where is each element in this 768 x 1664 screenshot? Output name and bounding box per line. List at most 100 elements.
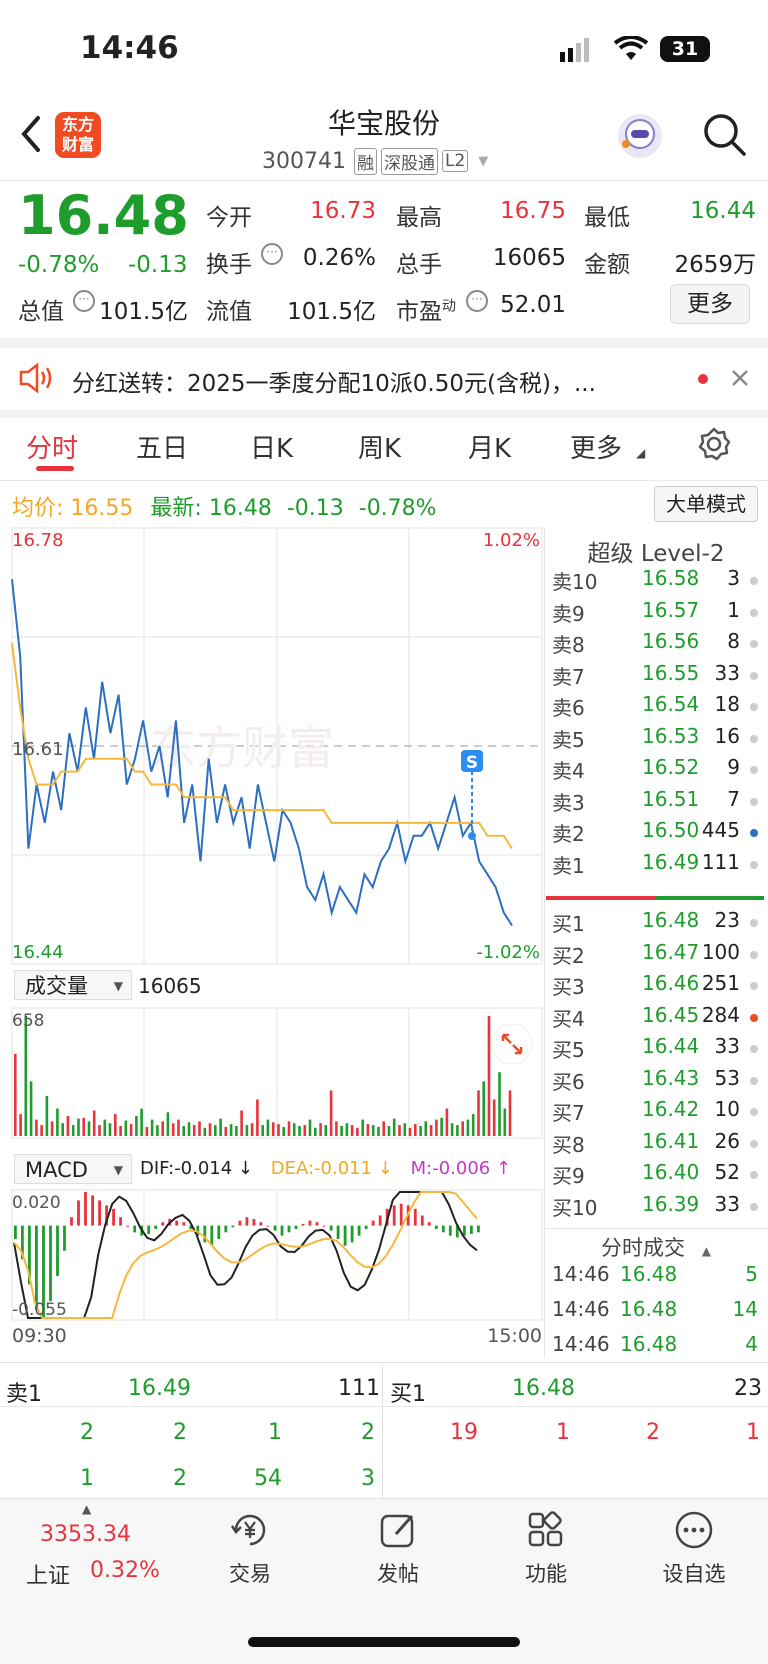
more-button[interactable]: 更多 <box>670 284 750 324</box>
sell-queue-cell[interactable]: 54 <box>222 1466 282 1491</box>
nav-trade[interactable]: 交易 <box>210 1508 290 1588</box>
buy-queue-cell[interactable]: 1 <box>700 1420 760 1445</box>
nav-features[interactable]: 功能 <box>506 1508 586 1588</box>
macd-bar <box>329 1225 333 1231</box>
buy-order-row[interactable]: 买7 16.42 10 <box>548 1097 762 1128</box>
macd-selector[interactable]: MACD ▼ <box>14 1154 132 1184</box>
order-book-title[interactable]: 超级 Level-2 <box>544 534 768 568</box>
sell-queue-cell[interactable]: 2 <box>315 1420 375 1445</box>
info-icon[interactable]: ··· <box>466 290 488 312</box>
volume-max-label: 658 <box>12 1011 44 1031</box>
sell-order-row[interactable]: 卖4 16.52 9 <box>548 755 762 786</box>
expand-icon[interactable] <box>491 1023 533 1065</box>
macd-bar <box>350 1225 354 1243</box>
index-value[interactable]: 3353.34 <box>40 1522 131 1547</box>
buy-level-volume: 52 <box>714 1160 740 1184</box>
volume-bar <box>392 1118 396 1136</box>
volume-bar <box>214 1125 217 1136</box>
sell-level-label: 卖7 <box>552 664 585 689</box>
sell-order-row[interactable]: 卖7 16.55 33 <box>548 661 762 692</box>
sell-order-row[interactable]: 卖1 16.49 111 <box>548 850 762 881</box>
sell-queue-cell[interactable]: 3 <box>315 1466 375 1491</box>
tab-daily-k[interactable]: 日K <box>250 428 293 465</box>
trades-title[interactable]: 分时成交 ▲ <box>544 1232 768 1262</box>
notice-bar[interactable]: 分红送转：2025一季度分配10派0.50元(含税)，... <box>0 348 768 410</box>
volume-bar <box>445 1108 449 1136</box>
buy-order-row[interactable]: 买6 16.43 53 <box>548 1066 762 1097</box>
queue-top-divider <box>0 1362 768 1363</box>
close-icon[interactable] <box>730 368 750 392</box>
buy-order-row[interactable]: 买8 16.41 26 <box>548 1129 762 1160</box>
tab-more[interactable]: 更多 <box>570 428 622 465</box>
sell-order-row[interactable]: 卖5 16.53 16 <box>548 724 762 755</box>
nav-add-watchlist[interactable]: 设自选 <box>654 1508 734 1588</box>
volume-bar <box>150 1119 154 1136</box>
volume-bar <box>414 1124 417 1136</box>
volume-bar <box>292 1123 296 1136</box>
info-icon[interactable]: ··· <box>73 290 95 312</box>
macd-bar <box>308 1220 312 1226</box>
sell-order-row[interactable]: 卖8 16.56 8 <box>548 629 762 660</box>
volume-bar <box>40 1125 43 1136</box>
stat-value-open: 16.73 <box>310 198 376 224</box>
volume-bar <box>387 1126 391 1136</box>
sell-queue-cell[interactable]: 1 <box>222 1420 282 1445</box>
buy-queue-cell[interactable]: 19 <box>418 1420 478 1445</box>
buy-order-row[interactable]: 买9 16.40 52 <box>548 1160 762 1191</box>
buy-order-row[interactable]: 买4 16.45 284 <box>548 1003 762 1034</box>
pct-min-label: -1.02% <box>476 942 540 963</box>
buy-order-row[interactable]: 买5 16.44 33 <box>548 1034 762 1065</box>
sell-level-volume: 1 <box>727 597 740 622</box>
big-order-mode-button[interactable]: 大单模式 <box>654 486 758 522</box>
buy-queue-cell[interactable]: 2 <box>600 1420 660 1445</box>
volume-bar <box>87 1121 91 1136</box>
sell-order-row[interactable]: 卖2 16.50 445 <box>548 818 762 849</box>
index-name: 上证 <box>26 1564 71 1589</box>
sell-queue-cell[interactable]: 2 <box>34 1420 94 1445</box>
volume-bar <box>14 1053 17 1136</box>
macd-bar <box>245 1217 249 1226</box>
stat-label-total-value: 总值 <box>18 299 64 325</box>
avg-label: 均价: <box>12 496 64 521</box>
volume-bar <box>340 1126 343 1136</box>
chevron-down-icon: ▼ <box>113 1163 123 1177</box>
badge-level2: L2 <box>441 150 469 172</box>
macd-bar <box>56 1225 59 1276</box>
sell-order-row[interactable]: 卖3 16.51 7 <box>548 787 762 818</box>
search-icon[interactable] <box>702 112 748 162</box>
sell-level-label: 卖3 <box>552 790 585 815</box>
tab-weekly-k[interactable]: 周K <box>358 428 401 465</box>
macd-bar <box>287 1225 291 1233</box>
sell-level-label: 卖9 <box>552 601 585 626</box>
sell-queue-cell[interactable]: 2 <box>127 1466 187 1491</box>
nav-post[interactable]: 发帖 <box>358 1508 438 1588</box>
sell-order-row[interactable]: 卖10 16.58 3 <box>548 566 762 597</box>
sell-queue-cell[interactable]: 1 <box>34 1466 94 1491</box>
tab-monthly-k[interactable]: 月K <box>468 428 511 465</box>
buy-order-row[interactable]: 买10 16.39 33 <box>548 1192 762 1223</box>
volume-bar <box>82 1117 85 1136</box>
buy-order-row[interactable]: 买3 16.46 251 <box>548 971 762 1002</box>
info-icon[interactable]: ··· <box>261 243 283 265</box>
buy-queue-cell[interactable]: 1 <box>510 1420 570 1445</box>
volume-bar <box>440 1117 443 1136</box>
buy-order-row[interactable]: 买1 16.48 23 <box>548 908 762 939</box>
volume-bar <box>77 1118 80 1136</box>
volume-label: 成交量 <box>25 974 88 998</box>
stock-subtitle[interactable]: 300741 融 深股通 L2 ▼ <box>262 146 488 176</box>
sell-order-row[interactable]: 卖6 16.54 18 <box>548 692 762 723</box>
robot-avatar-icon[interactable] <box>618 114 662 158</box>
gear-icon[interactable] <box>696 426 732 466</box>
buy-level-label: 买7 <box>552 1101 585 1125</box>
tab-intraday[interactable]: 分时 <box>26 428 78 465</box>
buy-order-row[interactable]: 买2 16.47 100 <box>548 940 762 971</box>
volume-selector[interactable]: 成交量 ▼ <box>14 970 132 1000</box>
intraday-chart[interactable]: 东方财富 16.78 16.61 16.44 1.02% -1.02% S 65… <box>0 524 544 1344</box>
tab-five-day[interactable]: 五日 <box>136 428 188 465</box>
volume-bar <box>187 1122 191 1136</box>
sell-order-row[interactable]: 卖9 16.57 1 <box>548 598 762 629</box>
queue-buy-label: 买1 <box>390 1382 426 1407</box>
volume-bar <box>56 1108 59 1136</box>
macd-bar <box>266 1225 270 1227</box>
sell-queue-cell[interactable]: 2 <box>127 1420 187 1445</box>
